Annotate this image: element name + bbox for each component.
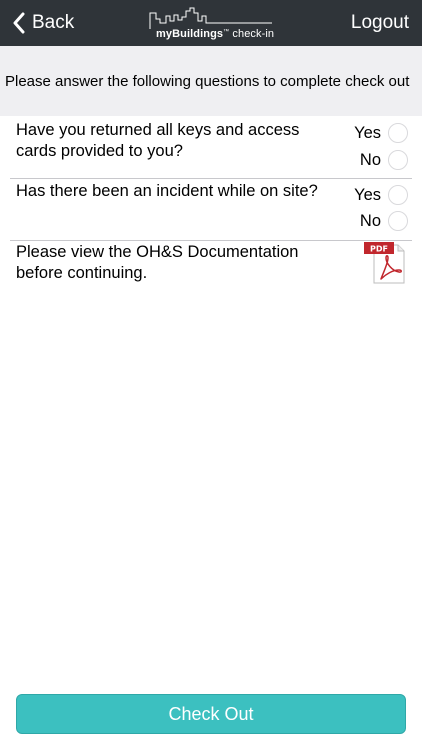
logout-button[interactable]: Logout xyxy=(351,12,409,34)
back-label: Back xyxy=(32,12,75,33)
option-no[interactable]: No xyxy=(360,149,408,171)
pdf-document-icon[interactable]: PDF xyxy=(362,241,406,285)
option-no[interactable]: No xyxy=(360,210,408,232)
question-row-keys: Have you returned all keys and access ca… xyxy=(10,116,412,179)
chevron-left-icon xyxy=(13,12,25,34)
option-no-label: No xyxy=(359,150,381,169)
ohs-documentation-row[interactable]: Please view the OH&S Documentation befor… xyxy=(10,241,412,291)
svg-text:PDF: PDF xyxy=(370,245,388,254)
ohs-text: Please view the OH&S Documentation befor… xyxy=(16,243,299,282)
question-row-incident: Has there been an incident while on site… xyxy=(10,179,412,241)
back-button[interactable]: Back xyxy=(12,10,74,36)
logo-text: myBuildings™ check-in xyxy=(156,28,275,40)
nav-bar: Back myBuildings™ check-in Logout xyxy=(0,0,422,46)
option-yes[interactable]: Yes xyxy=(354,122,408,144)
option-yes[interactable]: Yes xyxy=(354,184,408,206)
question-text: Has there been an incident while on site… xyxy=(16,182,318,200)
radio-no[interactable] xyxy=(388,150,408,170)
app-logo: myBuildings™ check-in xyxy=(146,7,274,43)
radio-yes[interactable] xyxy=(388,123,408,143)
option-no-label: No xyxy=(359,211,381,230)
skyline-icon xyxy=(149,7,272,29)
option-yes-label: Yes xyxy=(354,123,381,142)
radio-no[interactable] xyxy=(388,211,408,231)
option-yes-label: Yes xyxy=(354,185,381,204)
instructions-text: Please answer the following questions to… xyxy=(5,73,410,90)
question-text: Have you returned all keys and access ca… xyxy=(16,121,300,160)
instructions-banner: Please answer the following questions to… xyxy=(0,46,422,116)
check-out-button[interactable]: Check Out xyxy=(16,694,406,734)
radio-yes[interactable] xyxy=(388,185,408,205)
